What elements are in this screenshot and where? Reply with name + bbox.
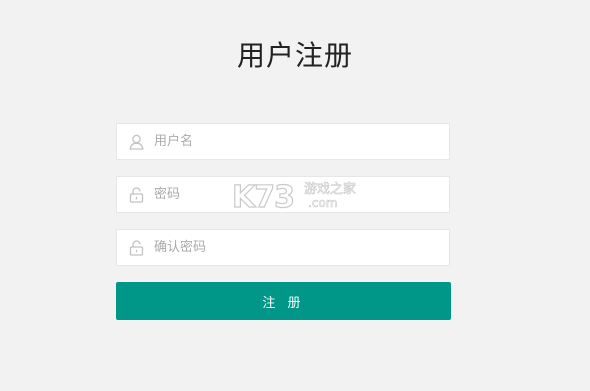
svg-text:.com: .com bbox=[308, 196, 337, 210]
confirm-password-input[interactable] bbox=[154, 230, 434, 265]
username-input[interactable] bbox=[154, 124, 434, 159]
user-icon bbox=[129, 134, 144, 150]
confirm-password-field[interactable] bbox=[116, 229, 450, 266]
page-title: 用户注册 bbox=[236, 39, 353, 72]
svg-text:游戏之家: 游戏之家 bbox=[304, 181, 356, 197]
k73-watermark-logo: K73 游戏之家 .com bbox=[231, 179, 360, 215]
lock-icon bbox=[129, 187, 144, 203]
svg-text:K73: K73 bbox=[232, 180, 294, 211]
username-field[interactable] bbox=[116, 123, 450, 160]
register-button[interactable]: 注 册 bbox=[116, 282, 451, 320]
lock-icon bbox=[129, 240, 144, 256]
